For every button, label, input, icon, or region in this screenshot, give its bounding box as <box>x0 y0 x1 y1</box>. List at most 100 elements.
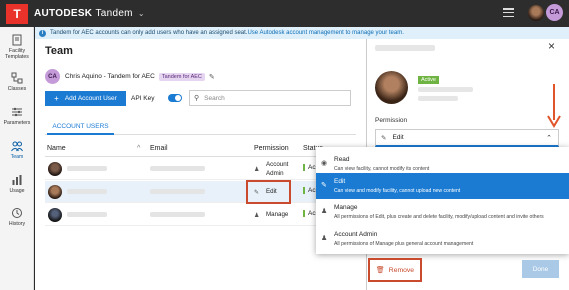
redacted-name <box>67 189 107 194</box>
user-photo[interactable] <box>528 4 544 21</box>
user-shield-icon: ♟ <box>254 167 260 173</box>
remove-button[interactable]: 🗑 Remove <box>368 258 422 282</box>
redacted-user-name <box>375 45 435 51</box>
option-title: Edit <box>334 178 346 185</box>
column-name[interactable]: Name <box>47 145 66 152</box>
classes-icon <box>11 72 23 84</box>
add-account-user-button[interactable]: + Add Account User <box>45 91 126 106</box>
tab-account-users[interactable]: ACCOUNT USERS <box>47 123 114 135</box>
top-bar: T AUTODESK Tandem ⌄ CA <box>0 0 569 27</box>
user-gear-icon: ♟ <box>321 208 328 215</box>
info-icon: i <box>39 29 46 37</box>
annotation-arrow-icon <box>547 84 561 128</box>
permission-value-line2: Admin <box>266 170 284 177</box>
chevron-up-icon: ⌃ <box>546 135 552 142</box>
nav-label: Usage <box>9 188 25 194</box>
owner-name: Chris Aquino - Tandem for AEC <box>65 73 155 80</box>
left-nav: Facility Templates Classes Parameters Tea… <box>0 27 34 290</box>
remove-label: Remove <box>388 266 415 274</box>
add-account-user-label: Add Account User <box>64 95 117 102</box>
history-icon <box>12 208 22 218</box>
tandem-logo[interactable]: T <box>6 3 28 24</box>
nav-item-facility-templates[interactable]: Facility Templates <box>0 34 34 60</box>
permission-option-account-admin[interactable]: ♟ Account Admin All permissions of Manag… <box>316 226 569 252</box>
page-title: Team <box>45 45 73 57</box>
brand-autodesk: AUTODESK <box>34 8 93 19</box>
permission-option-manage[interactable]: ♟ Manage All permissions of Edit, plus c… <box>316 199 569 225</box>
redacted-email <box>150 166 205 171</box>
search-icon: ⚲ <box>194 95 200 102</box>
user-shield-icon: ♟ <box>321 235 328 242</box>
option-title: Read <box>334 156 350 163</box>
eye-icon: ◉ <box>321 160 328 167</box>
redacted-email <box>150 212 205 217</box>
trash-icon: 🗑 <box>375 267 385 274</box>
avatar <box>48 208 62 222</box>
edit-icon[interactable]: ✎ <box>209 73 215 81</box>
api-key-toggle[interactable] <box>168 94 182 102</box>
nav-label: History <box>8 221 26 227</box>
search-input[interactable]: ⚲ Search <box>189 90 351 106</box>
highlight-box-edit <box>246 180 291 204</box>
owner-badge: Tandem for AEC <box>158 72 205 81</box>
status-value: Ac <box>303 164 316 171</box>
sort-icon[interactable]: ^ <box>137 145 140 152</box>
nav-item-usage[interactable]: Usage <box>0 174 34 194</box>
option-description: All permissions of Manage plus general a… <box>334 241 474 247</box>
status-badge: Active <box>418 76 439 84</box>
avatar <box>48 185 62 199</box>
close-icon[interactable]: × <box>548 39 555 53</box>
done-button[interactable]: Done <box>522 260 559 278</box>
status-value: Ac <box>303 187 316 194</box>
column-email[interactable]: Email <box>150 145 168 152</box>
team-icon <box>11 141 23 152</box>
plus-icon: + <box>54 94 59 103</box>
api-key-label: API Key <box>131 95 155 102</box>
parameters-icon <box>12 107 22 117</box>
redacted-name <box>67 166 107 171</box>
redacted-name <box>67 212 107 217</box>
usage-icon <box>12 175 22 185</box>
column-permission[interactable]: Permission <box>254 145 289 152</box>
permission-dropdown: ◉ Read Can view facility, cannot modify … <box>316 147 569 254</box>
banner-text: Tandem for AEC accounts can only add use… <box>50 30 248 36</box>
user-avatar[interactable]: CA <box>546 4 563 21</box>
avatar: CA <box>45 69 60 84</box>
nav-label: Team <box>10 154 24 160</box>
permission-select[interactable]: ✎ Edit ⌃ <box>375 129 559 147</box>
permission-value: Account <box>266 161 289 168</box>
option-description: All permissions of Edit, plus create and… <box>334 214 544 220</box>
nav-label: Parameters <box>3 120 31 126</box>
user-gear-icon: ♟ <box>254 213 260 219</box>
facility-templates-icon <box>12 34 22 46</box>
redacted-email <box>150 189 205 194</box>
nav-label: Classes <box>7 86 27 92</box>
redacted-detail <box>418 87 473 92</box>
info-banner: i Tandem for AEC accounts can only add u… <box>35 27 569 39</box>
chevron-down-icon[interactable]: ⌄ <box>138 9 145 18</box>
tab-bar: ACCOUNT USERS <box>45 121 356 135</box>
brand-tandem: Tandem <box>95 8 133 19</box>
pencil-square-icon: ✎ <box>321 182 327 189</box>
nav-item-team[interactable]: Team <box>0 140 34 160</box>
nav-item-parameters[interactable]: Parameters <box>0 106 34 126</box>
nav-item-history[interactable]: History <box>0 207 34 227</box>
menu-icon[interactable] <box>503 8 514 17</box>
status-value: Ac <box>303 210 316 217</box>
user-photo <box>375 71 408 104</box>
option-description: Can view and modify facility, cannot upl… <box>334 188 461 194</box>
done-label: Done <box>532 265 549 273</box>
avatar <box>48 162 62 176</box>
app-brand[interactable]: AUTODESK Tandem <box>34 8 133 19</box>
permission-option-edit[interactable]: ✎ Edit Can view and modify facility, can… <box>316 173 569 199</box>
option-description: Can view facility, cannot modify its con… <box>334 166 430 172</box>
permission-value: Manage <box>266 211 289 218</box>
account-management-link[interactable]: Use Autodesk account management to manag… <box>247 30 403 36</box>
search-placeholder: Search <box>204 94 225 102</box>
redacted-detail <box>418 96 458 101</box>
nav-label: Facility Templates <box>5 48 29 60</box>
permission-selected-value: Edit <box>392 134 404 141</box>
nav-item-classes[interactable]: Classes <box>0 72 34 92</box>
pencil-square-icon: ✎ <box>381 134 387 142</box>
account-owner: CA Chris Aquino - Tandem for AEC Tandem … <box>45 69 215 84</box>
